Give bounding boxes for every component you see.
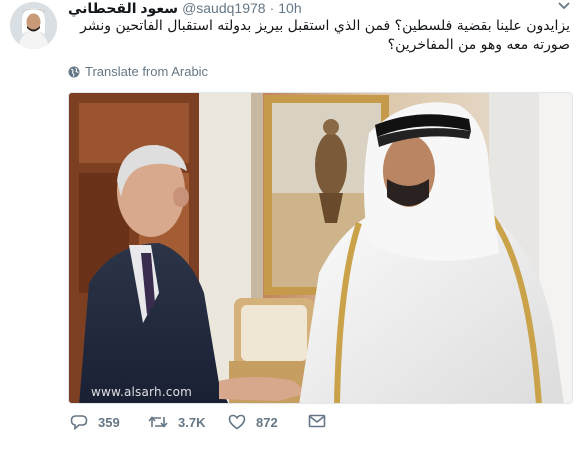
display-name[interactable]: سعود القحطاني	[68, 0, 178, 17]
tweet-actions: 359 3.7K 872	[68, 414, 368, 436]
heart-icon	[228, 414, 246, 430]
avatar[interactable]	[10, 2, 57, 49]
separator-dot: ·	[269, 0, 275, 16]
globe-icon	[68, 66, 80, 77]
translate-label: Translate from Arabic	[85, 64, 209, 79]
like-button[interactable]: 872	[228, 414, 278, 430]
reply-icon	[70, 415, 88, 430]
like-count: 872	[256, 414, 278, 430]
retweet-button[interactable]: 3.7K	[148, 414, 205, 430]
translate-link[interactable]: Translate from Arabic	[68, 64, 208, 79]
tweet-header: سعود القحطاني @saudq1978 · 10h	[68, 0, 302, 16]
retweet-icon	[148, 416, 168, 428]
tweet-text: يزايدون علينا بقضية فلسطين؟ فمن الذي است…	[80, 18, 570, 53]
reply-count: 359	[98, 414, 120, 430]
reply-button[interactable]: 359	[70, 414, 120, 430]
envelope-icon	[308, 414, 326, 428]
retweet-count: 3.7K	[178, 414, 206, 430]
tweet-photo[interactable]: www.alsarh.com	[68, 92, 573, 404]
photo-watermark: www.alsarh.com	[91, 385, 193, 399]
timestamp[interactable]: 10h	[278, 0, 301, 16]
user-handle[interactable]: @saudq1978	[182, 0, 266, 16]
chevron-down-icon[interactable]	[556, 0, 572, 12]
direct-message-button[interactable]	[308, 414, 336, 428]
